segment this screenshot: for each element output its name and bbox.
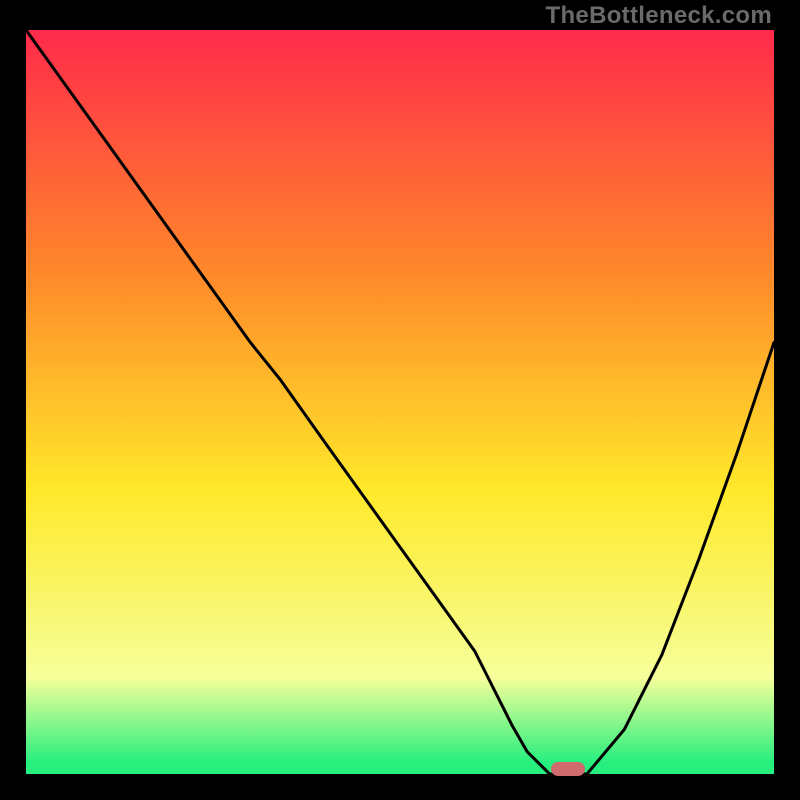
plot-area: [26, 30, 774, 774]
gradient-background: [26, 30, 774, 774]
chart-frame: TheBottleneck.com: [0, 0, 800, 800]
optimal-marker: [551, 762, 585, 776]
bottleneck-chart: [26, 30, 774, 774]
watermark-text: TheBottleneck.com: [546, 2, 772, 30]
